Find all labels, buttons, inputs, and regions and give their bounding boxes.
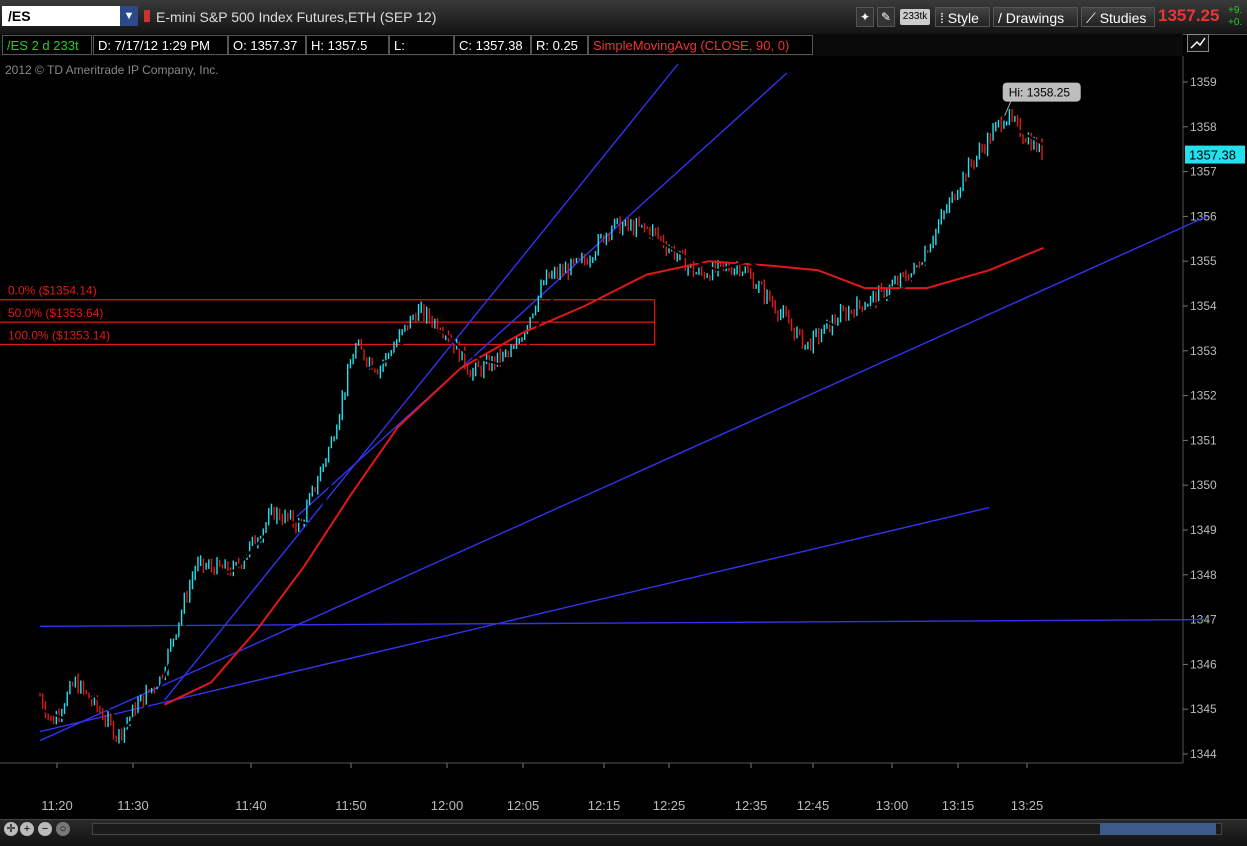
last-price-tag-label: 1357.38: [1189, 148, 1236, 163]
annotation-label: Hi: 1358.25: [1009, 86, 1071, 100]
y-tick-label: 1354: [1190, 299, 1217, 313]
fib-level-label: 50.0% ($1353.64): [8, 306, 103, 320]
symbol-input[interactable]: /ES: [2, 6, 120, 26]
x-tick-label: 11:30: [117, 798, 149, 813]
zoom-in-icon[interactable]: +: [20, 822, 34, 836]
y-tick-label: 1355: [1190, 254, 1217, 268]
zoom-out-icon[interactable]: −: [38, 822, 52, 836]
x-tick-label: 13:25: [1011, 798, 1044, 813]
x-tick-label: 12:25: [653, 798, 686, 813]
x-tick-label: 13:00: [876, 798, 909, 813]
x-tick-label: 12:00: [431, 798, 464, 813]
bar-high: H: 1357.5: [306, 35, 389, 55]
drawings-label: Drawings: [1005, 10, 1065, 26]
plot-area: [0, 56, 1183, 763]
x-tick-label: 12:35: [735, 798, 768, 813]
flag-icon: [144, 10, 150, 22]
y-tick-label: 1348: [1190, 568, 1217, 582]
bar-open: O: 1357.37: [228, 35, 306, 55]
y-tick-label: 1359: [1190, 75, 1217, 89]
fib-level-label: 100.0% ($1353.14): [8, 329, 110, 343]
symbol-dropdown-icon[interactable]: ▼: [120, 6, 138, 26]
bar-close: C: 1357.38: [454, 35, 531, 55]
fib-level-label: 0.0% ($1354.14): [8, 284, 97, 298]
style-button[interactable]: ⁞ Style: [935, 7, 990, 27]
last-price: 1357.25: [1158, 6, 1220, 25]
price-chart[interactable]: 1344134513461347134813491350135113521353…: [0, 56, 1247, 819]
aggregation-badge[interactable]: 233tk: [900, 9, 930, 25]
studies-icon: ⟋: [1086, 10, 1100, 26]
y-tick-label: 1351: [1190, 433, 1217, 447]
y-tick-label: 1357: [1190, 165, 1217, 179]
trend-icon: [1190, 37, 1206, 49]
pencil-icon: /: [998, 10, 1006, 26]
x-tick-label: 12:15: [588, 798, 621, 813]
x-tick-label: 11:40: [235, 798, 267, 813]
studies-label: Studies: [1099, 10, 1147, 26]
style-icon: ⁞: [940, 10, 948, 26]
chart-spec[interactable]: /ES 2 d 233t: [2, 35, 92, 55]
x-tick-label: 12:45: [797, 798, 830, 813]
study-label[interactable]: SimpleMovingAvg (CLOSE, 90, 0): [588, 35, 813, 55]
scrollbar-thumb[interactable]: [1100, 823, 1216, 835]
wrench-icon[interactable]: ✎: [877, 7, 895, 27]
settings-icon[interactable]: ○: [56, 822, 70, 836]
y-tick-label: 1345: [1190, 702, 1217, 716]
net-change: +9.: [1228, 5, 1243, 16]
percent-change: +0.: [1228, 17, 1243, 28]
y-tick-label: 1346: [1190, 657, 1217, 671]
y-tick-label: 1356: [1190, 209, 1217, 223]
zoom-crosshair-icon[interactable]: ✛: [4, 822, 18, 836]
drawings-button[interactable]: / Drawings: [993, 7, 1078, 27]
y-tick-label: 1349: [1190, 523, 1217, 537]
style-label: Style: [947, 10, 979, 26]
x-tick-label: 11:50: [335, 798, 367, 813]
y-tick-label: 1344: [1190, 747, 1217, 761]
y-tick-label: 1350: [1190, 478, 1217, 492]
copyright-text: 2012 © TD Ameritrade IP Company, Inc.: [5, 63, 219, 77]
x-tick-label: 13:15: [942, 798, 975, 813]
tools-icon[interactable]: ✦: [856, 7, 874, 27]
bar-date: D: 7/17/12 1:29 PM: [93, 35, 228, 55]
x-tick-label: 11:20: [41, 798, 73, 813]
instrument-title: E-mini S&P 500 Index Futures,ETH (SEP 12…: [156, 9, 437, 25]
y-tick-label: 1358: [1190, 120, 1217, 134]
studies-button[interactable]: ⟋ Studies: [1081, 7, 1155, 27]
bar-range: R: 0.25: [531, 35, 588, 55]
time-scrollbar[interactable]: [92, 823, 1222, 835]
y-tick-label: 1352: [1190, 389, 1217, 403]
bar-low: L: 1357.25: [389, 35, 454, 73]
y-tick-label: 1353: [1190, 344, 1217, 358]
x-tick-label: 12:05: [507, 798, 540, 813]
expand-icon[interactable]: [1187, 34, 1209, 52]
